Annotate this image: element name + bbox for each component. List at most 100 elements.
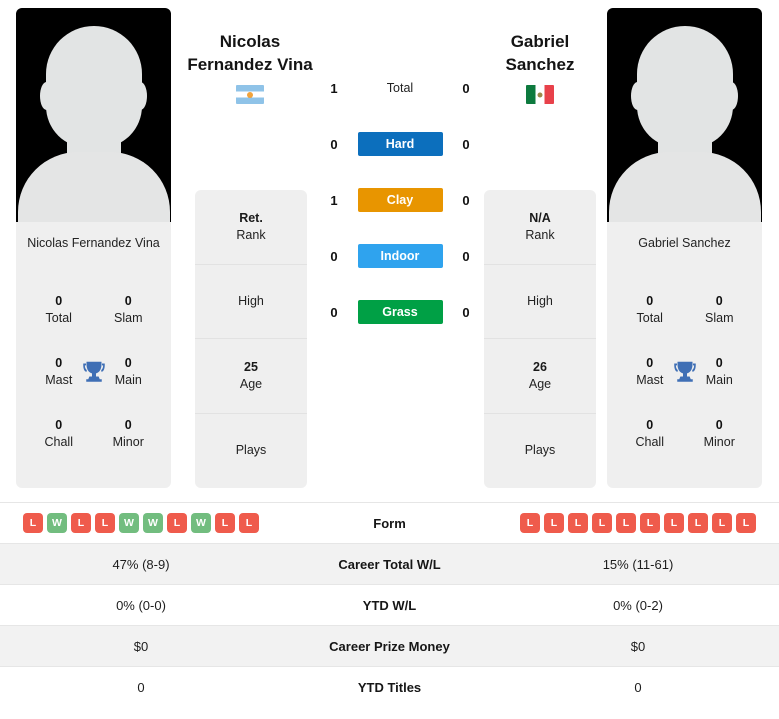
stat-value-right: $0 bbox=[630, 638, 646, 654]
info-label: Plays bbox=[235, 443, 267, 458]
title-stat-value: 0 bbox=[124, 418, 132, 432]
table-row: $0 Career Prize Money $0 bbox=[0, 625, 779, 666]
info-label: Plays bbox=[524, 443, 556, 458]
title-stat-value: 0 bbox=[124, 294, 132, 308]
players-comparison-header: Nicolas Fernandez Vina 0 Total 0 Slam 0 … bbox=[0, 0, 779, 494]
info-value: N/A bbox=[529, 210, 551, 225]
title-stat-label: Total bbox=[45, 311, 72, 325]
info-label: High bbox=[527, 293, 553, 308]
title-stat-value: 0 bbox=[715, 418, 723, 432]
h2h-row-clay: 1 Clay 0 bbox=[325, 172, 475, 228]
title-stat-value: 0 bbox=[55, 418, 63, 432]
title-stat-slam: 0 Slam bbox=[94, 284, 164, 346]
title-stat-label: Chall bbox=[44, 435, 74, 449]
avatar-ear-right bbox=[134, 82, 147, 110]
title-stat-label: Slam bbox=[705, 311, 734, 325]
player-last-name: Sanchez bbox=[505, 55, 575, 74]
h2h-score-right: 0 bbox=[462, 248, 470, 264]
title-stat-minor: 0 Minor bbox=[94, 408, 164, 470]
title-stat-value: 0 bbox=[55, 294, 63, 308]
player-avatar-left bbox=[16, 8, 171, 222]
info-panel-left: Ret. Rank High 25 Age Plays bbox=[195, 190, 307, 488]
form-badge-loss[interactable]: L bbox=[167, 513, 187, 533]
mexico-flag-icon bbox=[526, 85, 554, 104]
form-badge-loss[interactable]: L bbox=[592, 513, 612, 533]
form-badge-loss[interactable]: L bbox=[736, 513, 756, 533]
info-row-age: 26 Age bbox=[484, 339, 596, 414]
surface-badge-hard[interactable]: Hard bbox=[357, 132, 443, 156]
player-card-name-right: Gabriel Sanchez bbox=[638, 236, 731, 250]
form-strip-right: LLLLLLLLLL bbox=[497, 513, 779, 533]
form-badge-loss[interactable]: L bbox=[712, 513, 732, 533]
stat-value-left: 47% (8-9) bbox=[112, 556, 170, 572]
player-avatar-right bbox=[607, 8, 762, 222]
surface-badge-indoor[interactable]: Indoor bbox=[357, 244, 443, 268]
form-badge-loss[interactable]: L bbox=[640, 513, 660, 533]
title-stat-chall: 0 Chall bbox=[24, 408, 94, 470]
titles-grid-left: 0 Total 0 Slam 0 Mast 0 Main 0 Chall 0 M… bbox=[16, 284, 171, 470]
player-card-name-left: Nicolas Fernandez Vina bbox=[27, 236, 160, 250]
form-badge-loss[interactable]: L bbox=[95, 513, 115, 533]
title-stat-value: 0 bbox=[646, 418, 654, 432]
stat-value-left: $0 bbox=[133, 638, 149, 654]
table-row: 47% (8-9) Career Total W/L 15% (11-61) bbox=[0, 543, 779, 584]
h2h-score-left: 0 bbox=[330, 304, 338, 320]
table-row-form: LWLLWWLWLL Form LLLLLLLLLL bbox=[0, 502, 779, 543]
title-stat-total: 0 Total bbox=[615, 284, 685, 346]
title-stat-label: Minor bbox=[703, 435, 735, 449]
form-cell-right: LLLLLLLLLL bbox=[497, 513, 779, 533]
stat-value-right: 15% (11-61) bbox=[602, 556, 674, 572]
info-label: Rank bbox=[525, 227, 555, 242]
h2h-score-left: 0 bbox=[330, 136, 338, 152]
player-name-right[interactable]: Gabriel Sanchez bbox=[450, 30, 630, 104]
form-badge-loss[interactable]: L bbox=[688, 513, 708, 533]
info-panel-right: N/A Rank High 26 Age Plays bbox=[484, 190, 596, 488]
title-stat-label: Chall bbox=[635, 435, 665, 449]
title-stat-total: 0 Total bbox=[24, 284, 94, 346]
stat-value-left: 0% (0-0) bbox=[116, 597, 166, 613]
title-stat-minor: 0 Minor bbox=[685, 408, 755, 470]
info-label: Age bbox=[239, 376, 263, 391]
player-last-name: Fernandez Vina bbox=[187, 55, 313, 74]
form-badge-loss[interactable]: L bbox=[520, 513, 540, 533]
form-badge-loss[interactable]: L bbox=[239, 513, 259, 533]
row-label: Career Prize Money bbox=[329, 638, 450, 654]
player-card-left[interactable]: Nicolas Fernandez Vina 0 Total 0 Slam 0 … bbox=[16, 8, 171, 488]
title-stat-label: Minor bbox=[112, 435, 144, 449]
comparison-stats-table: LWLLWWLWLL Form LLLLLLLLLL 47% (8-9) Car… bbox=[0, 502, 779, 707]
info-value: 26 bbox=[533, 359, 547, 374]
avatar-ear-left bbox=[631, 82, 644, 110]
h2h-row-indoor: 0 Indoor 0 bbox=[325, 228, 475, 284]
form-badge-loss[interactable]: L bbox=[215, 513, 235, 533]
title-stat-value: 0 bbox=[646, 294, 654, 308]
form-badge-loss[interactable]: L bbox=[568, 513, 588, 533]
form-badge-loss[interactable]: L bbox=[71, 513, 91, 533]
title-stat-label: Slam bbox=[114, 311, 143, 325]
row-label: YTD Titles bbox=[357, 679, 422, 695]
avatar-shoulders-shape bbox=[17, 152, 170, 222]
h2h-row-hard: 0 Hard 0 bbox=[325, 116, 475, 172]
player-name-left[interactable]: Nicolas Fernandez Vina bbox=[160, 30, 340, 104]
player-first-name: Gabriel bbox=[510, 32, 570, 51]
form-badge-win[interactable]: W bbox=[191, 513, 211, 533]
surface-badge-grass[interactable]: Grass bbox=[357, 300, 443, 324]
form-badge-loss[interactable]: L bbox=[544, 513, 564, 533]
form-strip-left: LWLLWWLWLL bbox=[0, 513, 282, 533]
form-badge-loss[interactable]: L bbox=[23, 513, 43, 533]
info-label: Age bbox=[528, 376, 552, 391]
info-label: Rank bbox=[236, 227, 266, 242]
form-badge-loss[interactable]: L bbox=[664, 513, 684, 533]
info-row-rank: Ret. Rank bbox=[195, 190, 307, 265]
h2h-row-total: 1 Total 0 bbox=[325, 60, 475, 116]
h2h-score-right: 0 bbox=[462, 192, 470, 208]
form-badge-win[interactable]: W bbox=[143, 513, 163, 533]
player-card-right[interactable]: Gabriel Sanchez 0 Total 0 Slam 0 Mast 0 … bbox=[607, 8, 762, 488]
avatar-shoulders-shape bbox=[608, 152, 761, 222]
info-value: 25 bbox=[244, 359, 258, 374]
form-badge-loss[interactable]: L bbox=[616, 513, 636, 533]
form-badge-win[interactable]: W bbox=[47, 513, 67, 533]
form-badge-win[interactable]: W bbox=[119, 513, 139, 533]
surface-badge-clay[interactable]: Clay bbox=[357, 188, 443, 212]
player-first-name: Nicolas bbox=[219, 32, 281, 51]
avatar-ear-left bbox=[40, 82, 53, 110]
